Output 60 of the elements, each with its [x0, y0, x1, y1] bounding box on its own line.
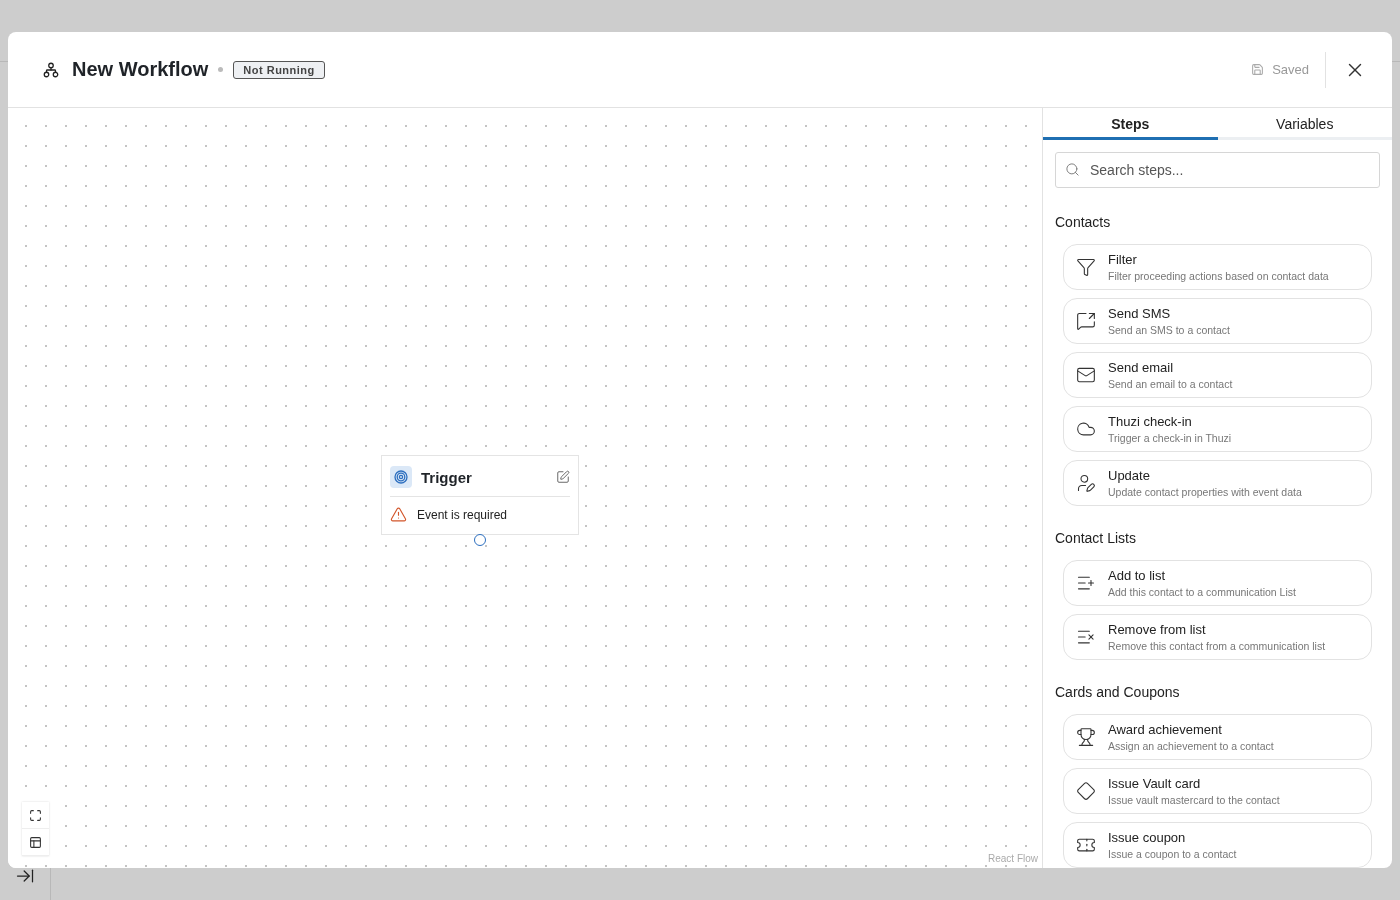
section-title: Contacts [1055, 214, 1112, 230]
section-title: Contact Lists [1055, 530, 1137, 546]
funnel-icon [1076, 257, 1096, 277]
step-description: Issue vault mastercard to the contact [1108, 794, 1280, 806]
step-description: Send an SMS to a contact [1108, 324, 1230, 336]
panel-tab[interactable]: Variables [1217, 108, 1392, 140]
step-item[interactable]: Award achievement Assign an achievement to a contact [1063, 714, 1372, 760]
step-name: Filter [1108, 252, 1138, 267]
step-item[interactable]: Issue coupon Issue a coupon to a contact [1063, 822, 1372, 868]
step-item[interactable]: Filter Filter proceeding actions based on contact data [1063, 244, 1372, 290]
save-icon [1251, 63, 1265, 76]
workflow-icon [42, 60, 60, 79]
step-item[interactable]: Update Update contact properties with event data [1063, 460, 1372, 506]
envelope-icon [1076, 365, 1096, 385]
step-item[interactable]: Thuzi check-in Trigger a check-in in Thuzi [1063, 406, 1372, 452]
step-item[interactable]: Send SMS Send an SMS to a contact [1063, 298, 1372, 344]
step-description: Filter proceeding actions based on contact data [1108, 270, 1329, 282]
save-status: Saved [1272, 62, 1309, 77]
step-name: Thuzi check-in [1108, 414, 1193, 429]
step-item[interactable]: Send email Send an email to a contact [1063, 352, 1372, 398]
target-icon [390, 466, 412, 488]
layout-button[interactable] [22, 829, 49, 856]
warning-text: Event is required [417, 507, 508, 522]
step-item[interactable]: Remove from list Remove this contact from a communication list [1063, 614, 1372, 660]
search-field[interactable]: Search steps... [1055, 152, 1380, 188]
node-handle[interactable] [474, 534, 486, 546]
step-name: Send SMS [1108, 306, 1172, 321]
trophy-icon [1076, 727, 1096, 747]
step-name: Update [1108, 468, 1151, 483]
step-name: Send email [1108, 360, 1175, 375]
search-icon [1065, 162, 1080, 177]
step-description: Remove this contact from a communication list [1108, 640, 1326, 652]
status-badge: Not Running [233, 60, 325, 79]
diamond-icon [1076, 781, 1096, 801]
step-item[interactable]: Issue Vault card Issue vault mastercard to the contact [1063, 768, 1372, 814]
step-description: Trigger a check-in in Thuzi [1108, 432, 1232, 444]
section-title: Cards and Coupons [1055, 684, 1181, 700]
step-name: Award achievement [1108, 722, 1223, 737]
step-name: Remove from list [1108, 622, 1207, 637]
step-description: Add this contact to a communication List [1108, 586, 1296, 598]
node-title: Trigger [421, 468, 473, 486]
step-name: Add to list [1108, 568, 1167, 583]
fit-view-button[interactable] [22, 802, 49, 829]
message-icon [1076, 311, 1096, 331]
step-description: Update contact properties with event data [1108, 486, 1302, 498]
edit-icon[interactable] [556, 470, 570, 484]
step-item[interactable]: Add to list Add this contact to a communication List [1063, 560, 1372, 606]
warning-icon [390, 506, 407, 523]
step-description: Send an email to a contact [1108, 378, 1233, 390]
step-name: Issue coupon [1108, 830, 1187, 845]
fullscreen-icon [29, 808, 42, 822]
user-edit-icon [1076, 473, 1096, 493]
step-name: Issue Vault card [1108, 776, 1202, 791]
step-description: Assign an achievement to a contact [1108, 740, 1274, 752]
workflow-canvas[interactable]: Trigger Event is required React Flow [8, 108, 1043, 868]
panel-tab[interactable]: Steps [1043, 108, 1218, 140]
layout-icon [29, 835, 42, 849]
trigger-node[interactable]: Trigger Event is required [381, 455, 579, 535]
workflow-title: New Workflow [72, 58, 209, 81]
step-description: Issue a coupon to a contact [1108, 848, 1237, 860]
